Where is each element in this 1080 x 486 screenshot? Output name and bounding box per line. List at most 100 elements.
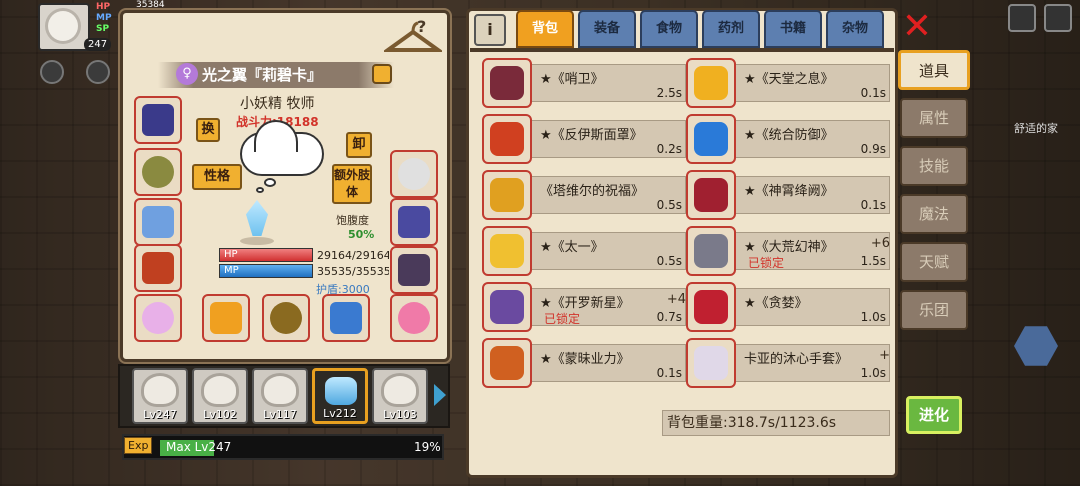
swap-button[interactable]: 换 [196,118,220,142]
inventory-item[interactable]: ★《贪婪》 1.0s [686,282,892,332]
inventory-item[interactable]: ★《太一》 0.5s [482,226,688,276]
member-level: Lv103 [383,408,417,421]
side-tab-items[interactable]: 道具 [898,50,970,90]
inventory-item[interactable]: ★《反伊斯面罩》 0.2s [482,114,688,164]
chestplate-icon [142,252,174,284]
item-icon-slot [482,170,532,220]
inventory-item[interactable]: ★《哨卫》 2.5s [482,58,688,108]
team-member[interactable]: Lv102 [192,368,248,424]
wardrobe-hanger-icon[interactable]: ? [384,18,442,58]
item-enhance: +6 [870,236,890,251]
member-level: Lv117 [263,408,297,421]
inventory-item[interactable]: ★《蒙昧业力》 0.1s [482,338,688,388]
satiety-value: 50% [348,228,375,241]
tab-books[interactable]: 书籍 [764,10,822,48]
member-portrait [264,376,296,404]
item-icon-slot [482,226,532,276]
inventory-item[interactable]: ★《神霄绛阙》 0.1s [686,170,892,220]
tab-misc[interactable]: 杂物 [826,10,884,48]
inventory-item[interactable]: ★《开罗新星》 0.7s 已锁定 +4 [482,282,688,332]
exp-percent: 19% [414,440,441,454]
staff-icon [490,346,524,380]
personality-button[interactable]: 性格 [192,164,242,190]
mp-bar-label: MP [224,265,239,276]
network-icon[interactable] [1008,4,1036,32]
player-avatar[interactable] [38,3,90,51]
evolve-button[interactable]: 进化 [906,396,962,434]
crown-icon [694,66,728,100]
hp-value: 29164/29164 [317,249,389,262]
item-name: ★《天堂之息》 [744,72,834,87]
item-name: ★《神霄绛阙》 [744,184,834,199]
slot-cape[interactable] [134,198,182,246]
satiety-label: 饱腹度 [336,214,369,227]
unequip-button[interactable]: 卸 [346,132,372,158]
item-time: 2.5s [656,86,682,100]
boots-icon [398,254,430,286]
slot-pet[interactable] [134,294,182,342]
map-icon[interactable] [86,60,110,84]
exit-icon[interactable] [1044,4,1072,32]
rooster-icon [398,158,430,190]
item-icon-slot [482,58,532,108]
spear-icon [694,290,728,324]
side-tab-attributes[interactable]: 属性 [900,98,968,138]
side-tab-skills[interactable]: 技能 [900,146,968,186]
exp-level-text: Max Lv247 [166,440,232,454]
slot-chest[interactable] [134,244,182,292]
side-tab-magic[interactable]: 魔法 [900,194,968,234]
item-locked: 已锁定 [748,256,785,270]
bag-weight: 背包重量:318.7s/1123.6s [662,410,890,436]
team-member[interactable]: Lv103 [372,368,428,424]
info-icon[interactable]: i [474,14,506,46]
bunny-icon [142,302,174,334]
item-enhance: +4 [666,292,686,307]
item-time: 0.9s [860,142,886,156]
item-name: 卡亚的沐心手套》 [744,352,849,367]
inventory-item[interactable]: ★《统合防御》 0.9s [686,114,892,164]
thought-dot [264,178,276,187]
team-member-selected[interactable]: Lv212 [312,368,368,424]
slot-fish[interactable] [322,294,370,342]
tab-equipment[interactable]: 装备 [578,10,636,48]
tab-food[interactable]: 食物 [640,10,698,48]
svg-text:?: ? [417,18,426,36]
item-icon-slot [482,114,532,164]
fish-icon [330,302,362,334]
necklace-icon [142,156,174,188]
tab-divider [470,48,894,52]
slot-shield[interactable] [262,294,310,342]
slot-flower[interactable] [390,294,438,342]
slot-armor[interactable] [134,96,182,144]
side-tab-band[interactable]: 乐团 [900,290,968,330]
slot-necklace[interactable] [134,148,182,196]
slot-accessory-1[interactable] [390,150,438,198]
team-member[interactable]: Lv247 [132,368,188,424]
mp-value: 35535/35535 [317,265,389,278]
hp-bar-label: HP [224,249,238,260]
slot-boots[interactable] [390,246,438,294]
inventory-item[interactable]: 《塔维尔的祝福》 0.5s [482,170,688,220]
inventory-item[interactable]: 卡亚的沐心手套》 1.0s + [686,338,892,388]
tab-potion[interactable]: 药剂 [702,10,760,48]
item-name: ★《贪婪》 [744,296,808,311]
slot-accessory-2[interactable] [390,198,438,246]
slot-food[interactable] [202,294,250,342]
tab-backpack[interactable]: 背包 [516,10,574,48]
hud-coins: 35384 [136,0,165,10]
member-portrait [144,376,176,404]
member-portrait [325,377,357,405]
team-member[interactable]: Lv117 [252,368,308,424]
settings-icon[interactable] [40,60,64,84]
inventory-item[interactable]: ★《大荒幻神》 1.5s 已锁定 +6 [686,226,892,276]
rename-pencil-icon[interactable] [372,64,392,84]
inventory-item[interactable]: ★《天堂之息》 0.1s [686,58,892,108]
item-icon-slot [482,338,532,388]
mask-icon [490,122,524,156]
item-time: 0.1s [860,86,886,100]
extra-limbs-button[interactable]: 额外肢体 [332,164,372,204]
close-icon[interactable]: ✕ [900,9,934,46]
helmet-icon [490,66,524,100]
side-tab-talent[interactable]: 天赋 [900,242,968,282]
item-icon-slot [686,226,736,276]
